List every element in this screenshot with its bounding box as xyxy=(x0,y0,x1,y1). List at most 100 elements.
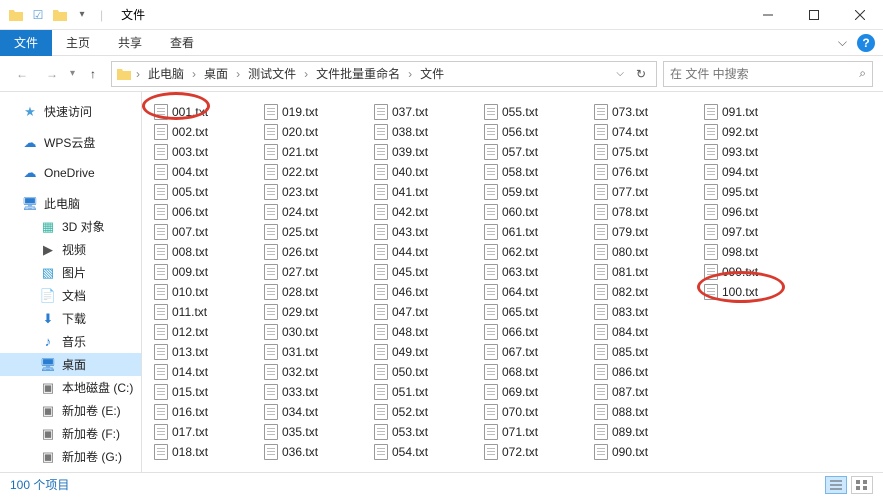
file-item[interactable]: 026.txt xyxy=(260,242,370,261)
file-item[interactable]: 030.txt xyxy=(260,322,370,341)
file-item[interactable]: 037.txt xyxy=(370,102,480,121)
chevron-right-icon[interactable]: › xyxy=(190,67,198,81)
minimize-button[interactable] xyxy=(745,0,791,30)
ribbon-expand-icon[interactable]: ⌵ xyxy=(838,35,847,50)
file-item[interactable]: 018.txt xyxy=(150,442,260,461)
file-item[interactable]: 025.txt xyxy=(260,222,370,241)
file-item[interactable]: 003.txt xyxy=(150,142,260,161)
file-item[interactable]: 031.txt xyxy=(260,342,370,361)
search-icon[interactable]: ⌕ xyxy=(859,66,866,81)
address-bar[interactable]: › 此电脑 › 桌面 › 测试文件 › 文件批量重命名 › 文件 ⌵ ↻ xyxy=(111,61,657,87)
sidebar-item[interactable]: 🖥桌面 xyxy=(0,353,141,376)
file-item[interactable]: 067.txt xyxy=(480,342,590,361)
file-item[interactable]: 082.txt xyxy=(590,282,700,301)
file-item[interactable]: 093.txt xyxy=(700,142,810,161)
file-item[interactable]: 090.txt xyxy=(590,442,700,461)
file-item[interactable]: 095.txt xyxy=(700,182,810,201)
file-item[interactable]: 083.txt xyxy=(590,302,700,321)
file-item[interactable]: 029.txt xyxy=(260,302,370,321)
ribbon-tab-home[interactable]: 主页 xyxy=(52,30,104,56)
file-item[interactable]: 047.txt xyxy=(370,302,480,321)
file-item[interactable]: 077.txt xyxy=(590,182,700,201)
sidebar-item[interactable]: ▣新加卷 (F:) xyxy=(0,422,141,445)
file-item[interactable]: 045.txt xyxy=(370,262,480,281)
file-item[interactable]: 096.txt xyxy=(700,202,810,221)
file-item[interactable]: 041.txt xyxy=(370,182,480,201)
crumb-test[interactable]: 测试文件 xyxy=(244,63,300,84)
file-item[interactable]: 006.txt xyxy=(150,202,260,221)
file-item[interactable]: 036.txt xyxy=(260,442,370,461)
file-item[interactable]: 097.txt xyxy=(700,222,810,241)
file-item[interactable]: 073.txt xyxy=(590,102,700,121)
maximize-button[interactable] xyxy=(791,0,837,30)
file-item[interactable]: 033.txt xyxy=(260,382,370,401)
file-item[interactable]: 042.txt xyxy=(370,202,480,221)
file-item[interactable]: 055.txt xyxy=(480,102,590,121)
file-item[interactable]: 051.txt xyxy=(370,382,480,401)
file-item[interactable]: 065.txt xyxy=(480,302,590,321)
file-item[interactable]: 066.txt xyxy=(480,322,590,341)
file-item[interactable]: 009.txt xyxy=(150,262,260,281)
file-item[interactable]: 074.txt xyxy=(590,122,700,141)
file-item[interactable]: 064.txt xyxy=(480,282,590,301)
file-item[interactable]: 020.txt xyxy=(260,122,370,141)
chevron-right-icon[interactable]: › xyxy=(134,67,142,81)
recent-dropdown-icon[interactable]: ▾ xyxy=(70,68,75,79)
search-input[interactable] xyxy=(670,67,859,81)
file-item[interactable]: 098.txt xyxy=(700,242,810,261)
sidebar-onedrive[interactable]: ☁OneDrive xyxy=(0,162,141,184)
file-item[interactable]: 035.txt xyxy=(260,422,370,441)
file-item[interactable]: 059.txt xyxy=(480,182,590,201)
sidebar-item[interactable]: ▦3D 对象 xyxy=(0,215,141,238)
help-icon[interactable]: ? xyxy=(857,34,875,52)
file-list-pane[interactable]: 001.txt002.txt003.txt004.txt005.txt006.t… xyxy=(142,92,883,472)
file-item[interactable]: 056.txt xyxy=(480,122,590,141)
ribbon-tab-share[interactable]: 共享 xyxy=(104,30,156,56)
file-item[interactable]: 092.txt xyxy=(700,122,810,141)
file-item[interactable]: 085.txt xyxy=(590,342,700,361)
file-item[interactable]: 052.txt xyxy=(370,402,480,421)
file-item[interactable]: 043.txt xyxy=(370,222,480,241)
file-item[interactable]: 008.txt xyxy=(150,242,260,261)
file-item[interactable]: 038.txt xyxy=(370,122,480,141)
file-item[interactable]: 023.txt xyxy=(260,182,370,201)
crumb-batch[interactable]: 文件批量重命名 xyxy=(312,63,404,84)
qat-properties-icon[interactable]: ☑ xyxy=(30,7,46,23)
file-item[interactable]: 039.txt xyxy=(370,142,480,161)
file-item[interactable]: 094.txt xyxy=(700,162,810,181)
file-item[interactable]: 022.txt xyxy=(260,162,370,181)
sidebar-item[interactable]: 📄文档 xyxy=(0,284,141,307)
file-item[interactable]: 053.txt xyxy=(370,422,480,441)
navigation-pane[interactable]: ★快速访问 ☁WPS云盘 ☁OneDrive 🖥此电脑 ▦3D 对象▶视频▧图片… xyxy=(0,92,142,472)
file-item[interactable]: 087.txt xyxy=(590,382,700,401)
file-item[interactable]: 076.txt xyxy=(590,162,700,181)
file-item[interactable]: 049.txt xyxy=(370,342,480,361)
qat-dropdown-icon[interactable]: ▾ xyxy=(74,7,90,23)
file-item[interactable]: 100.txt xyxy=(700,282,810,301)
sidebar-item[interactable]: ▧图片 xyxy=(0,261,141,284)
file-item[interactable]: 010.txt xyxy=(150,282,260,301)
file-item[interactable]: 088.txt xyxy=(590,402,700,421)
details-view-button[interactable] xyxy=(825,476,847,494)
file-item[interactable]: 014.txt xyxy=(150,362,260,381)
file-item[interactable]: 007.txt xyxy=(150,222,260,241)
file-item[interactable]: 069.txt xyxy=(480,382,590,401)
file-item[interactable]: 011.txt xyxy=(150,302,260,321)
refresh-button[interactable]: ↻ xyxy=(630,67,652,81)
file-item[interactable]: 061.txt xyxy=(480,222,590,241)
crumb-files[interactable]: 文件 xyxy=(416,63,448,84)
file-item[interactable]: 048.txt xyxy=(370,322,480,341)
file-item[interactable]: 016.txt xyxy=(150,402,260,421)
file-item[interactable]: 024.txt xyxy=(260,202,370,221)
address-dropdown-icon[interactable]: ⌵ xyxy=(616,68,624,79)
close-button[interactable] xyxy=(837,0,883,30)
file-item[interactable]: 060.txt xyxy=(480,202,590,221)
chevron-right-icon[interactable]: › xyxy=(302,67,310,81)
file-item[interactable]: 089.txt xyxy=(590,422,700,441)
ribbon-tab-view[interactable]: 查看 xyxy=(156,30,208,56)
file-item[interactable]: 063.txt xyxy=(480,262,590,281)
file-item[interactable]: 012.txt xyxy=(150,322,260,341)
file-item[interactable]: 002.txt xyxy=(150,122,260,141)
file-item[interactable]: 084.txt xyxy=(590,322,700,341)
up-button[interactable]: ↑ xyxy=(81,62,105,86)
